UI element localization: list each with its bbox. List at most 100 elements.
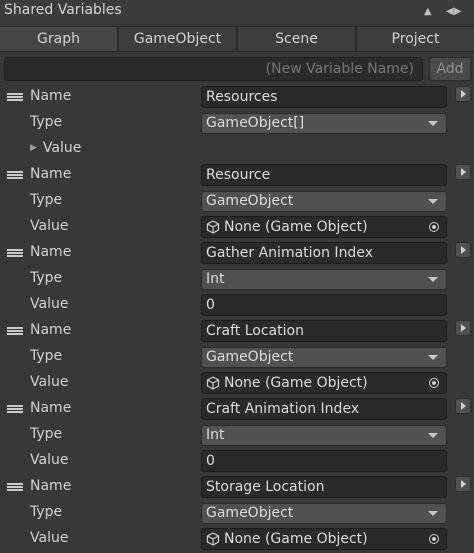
object-field[interactable]: None (Game Object) [201,216,447,238]
value-label: Value [42,140,82,156]
add-variable-button[interactable]: Add [429,57,471,81]
dropdown-value: Int [206,427,225,443]
value-input[interactable]: 0 [201,294,447,316]
more-options-icon[interactable]: ◀▶ [446,6,461,17]
variable-type-dropdown[interactable]: GameObject [201,503,447,524]
tab-bar: Graph GameObject Scene Project [0,26,474,52]
variable-name-field[interactable]: Resource [201,164,447,186]
dropdown-value: GameObject [206,505,294,521]
variable-name-field[interactable]: Craft Animation Index [201,398,447,420]
name-label: Name [30,244,72,260]
expand-icon[interactable] [455,164,471,180]
tab-graph[interactable]: Graph [0,27,117,51]
variable-type-row: Type GameObject [0,189,474,215]
value-input[interactable]: 0 [201,450,447,472]
object-picker-icon[interactable] [422,373,446,393]
type-label: Type [30,192,63,208]
dropdown-value: GameObject[] [206,115,305,131]
variable-type-dropdown[interactable]: Int [201,269,447,290]
tab-project[interactable]: Project [357,27,474,51]
variable-value-row: Value 0 [0,449,474,475]
type-label: Type [30,270,63,286]
variable-value-row: ▶ Value [0,137,474,163]
variable-type-row: Type Int [0,423,474,449]
value-label: Value [30,452,69,468]
object-picker-icon[interactable] [422,217,446,237]
variable-type-row: Type GameObject [0,501,474,527]
drag-handle-icon[interactable] [7,93,23,101]
expand-icon[interactable] [455,320,471,336]
object-field[interactable]: None (Game Object) [201,528,447,550]
new-variable-input[interactable] [5,58,422,80]
value-label: Value [30,374,69,390]
window-title: Shared Variables [4,2,122,18]
object-field-value: None (Game Object) [224,531,368,547]
variable-name-field[interactable]: Gather Animation Index [201,242,447,264]
variable-name-row: Name Storage Location [0,475,474,501]
variable-name-field[interactable]: Resources [201,86,447,108]
dropdown-value: GameObject [206,193,294,209]
variable-type-row: Type Int [0,267,474,293]
variable-type-dropdown[interactable]: GameObject[] [201,113,447,134]
expand-icon[interactable] [455,476,471,492]
window-titlebar: Shared Variables ▲ ◀▶ [0,0,474,24]
chevron-down-icon [428,511,438,516]
drag-handle-icon[interactable] [7,405,23,413]
new-variable-field[interactable] [4,57,423,81]
type-label: Type [30,426,63,442]
variable-type-row: Type GameObject [0,345,474,371]
name-label: Name [30,478,72,494]
variable-value-row: Value 0 [0,293,474,319]
gameobject-cube-icon [206,376,220,390]
variable-value-row: Value None (Game Object) [0,527,474,553]
variable-type-dropdown[interactable]: Int [201,425,447,446]
expand-icon[interactable] [455,242,471,258]
chevron-down-icon [428,277,438,282]
variable-value-row: Value None (Game Object) [0,215,474,241]
variable-name-field[interactable]: Storage Location [201,476,447,498]
variable-type-dropdown[interactable]: GameObject [201,191,447,212]
chevron-down-icon [428,121,438,126]
chevron-down-icon [428,355,438,360]
variable-name-row: Name Resource [0,163,474,189]
gameobject-cube-icon [206,532,220,546]
gameobject-cube-icon [206,220,220,234]
value-label: Value [30,218,69,234]
name-label: Name [30,400,72,416]
name-label: Name [30,88,72,104]
variable-value-row: Value None (Game Object) [0,371,474,397]
variable-name-row: Name Gather Animation Index [0,241,474,267]
variable-name-row: Name Craft Animation Index [0,397,474,423]
type-label: Type [30,504,63,520]
object-field[interactable]: None (Game Object) [201,372,447,394]
variable-name-field[interactable]: Craft Location [201,320,447,342]
drag-handle-icon[interactable] [7,171,23,179]
triangle-up-icon[interactable]: ▲ [424,6,432,17]
value-foldout[interactable]: ▶ Value [30,140,81,156]
dropdown-value: GameObject [206,349,294,365]
variable-name-row: Name Resources [0,85,474,111]
tab-gameobject[interactable]: GameObject [119,27,236,51]
name-label: Name [30,322,72,338]
chevron-down-icon [428,433,438,438]
expand-icon[interactable] [455,398,471,414]
drag-handle-icon[interactable] [7,483,23,491]
drag-handle-icon[interactable] [7,249,23,257]
object-picker-icon[interactable] [422,529,446,549]
drag-handle-icon[interactable] [7,327,23,335]
variable-type-dropdown[interactable]: GameObject [201,347,447,368]
value-label: Value [30,296,69,312]
type-label: Type [30,114,63,130]
value-label: Value [30,530,69,546]
type-label: Type [30,348,63,364]
expand-icon[interactable] [455,86,471,102]
tab-scene[interactable]: Scene [238,27,355,51]
chevron-down-icon [428,199,438,204]
name-label: Name [30,166,72,182]
foldout-arrow-icon: ▶ [30,143,37,153]
variable-type-row: Type GameObject[] [0,111,474,137]
dropdown-value: Int [206,271,225,287]
variable-name-row: Name Craft Location [0,319,474,345]
object-field-value: None (Game Object) [224,375,368,391]
object-field-value: None (Game Object) [224,219,368,235]
